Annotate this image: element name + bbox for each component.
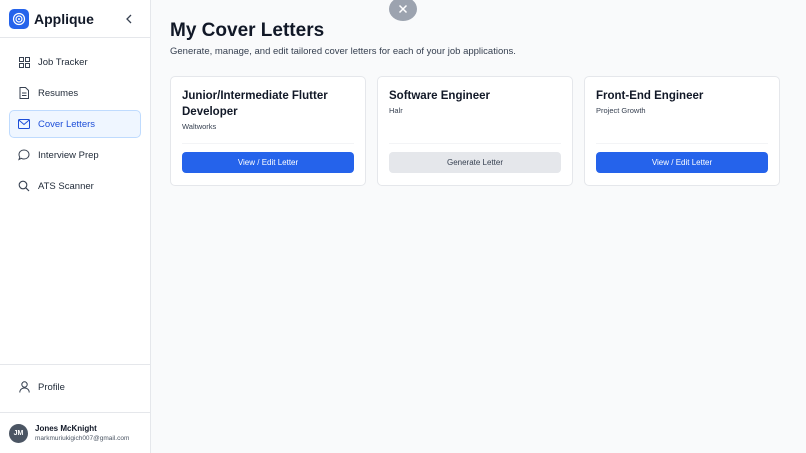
card-divider bbox=[182, 143, 354, 144]
view-edit-letter-button[interactable]: View / Edit Letter bbox=[596, 152, 768, 173]
app-name: Applique bbox=[34, 10, 94, 27]
sidebar-nav: Job Tracker Resumes Cover Letters Interv… bbox=[0, 38, 150, 213]
profile-section: Profile bbox=[0, 364, 150, 412]
sidebar-item-label: Interview Prep bbox=[38, 149, 99, 161]
card-job-title: Front-End Engineer bbox=[596, 90, 704, 102]
page-title: My Cover Letters bbox=[170, 20, 325, 41]
chat-icon bbox=[18, 149, 30, 161]
sidebar-item-interview-prep[interactable]: Interview Prep bbox=[9, 141, 141, 169]
card-company: Halr bbox=[389, 106, 403, 115]
card-divider bbox=[389, 143, 561, 144]
sidebar-item-profile[interactable]: Profile bbox=[9, 373, 141, 401]
brand-header: Applique bbox=[0, 0, 150, 38]
view-edit-letter-button[interactable]: View / Edit Letter bbox=[182, 152, 354, 173]
card-job-title: Software Engineer bbox=[389, 90, 490, 102]
card-job-title: Junior/Intermediate Flutter Developer bbox=[182, 90, 328, 118]
user-email: markmuriukigich007@gmail.com bbox=[35, 435, 130, 442]
document-icon bbox=[18, 87, 30, 99]
sidebar-item-ats-scanner[interactable]: ATS Scanner bbox=[9, 172, 141, 200]
card-divider bbox=[596, 143, 768, 144]
cover-letter-card: Software Engineer Halr Generate Letter bbox=[377, 76, 573, 186]
search-icon bbox=[18, 180, 30, 192]
sidebar-item-cover-letters[interactable]: Cover Letters bbox=[9, 110, 141, 138]
sidebar-item-resumes[interactable]: Resumes bbox=[9, 79, 141, 107]
main-content: My Cover Letters Generate, manage, and e… bbox=[170, 0, 806, 186]
user-account[interactable]: JM Jones McKnight markmuriukigich007@gma… bbox=[0, 412, 150, 453]
cover-letter-cards: Junior/Intermediate Flutter Developer Wa… bbox=[170, 76, 806, 186]
sidebar-item-label: Cover Letters bbox=[38, 118, 96, 130]
sidebar-item-label: Resumes bbox=[38, 87, 79, 99]
avatar: JM bbox=[9, 423, 28, 443]
sidebar: Applique Job Tracker Resumes Cover Lette… bbox=[0, 0, 151, 453]
user-icon bbox=[18, 381, 30, 393]
mail-icon bbox=[18, 118, 30, 130]
collapse-sidebar-button[interactable] bbox=[121, 11, 137, 27]
sidebar-item-job-tracker[interactable]: Job Tracker bbox=[9, 48, 141, 76]
card-company: Project Growth bbox=[596, 106, 646, 115]
chevron-left-icon bbox=[126, 14, 132, 23]
sidebar-item-label: Job Tracker bbox=[38, 56, 88, 68]
cover-letter-card: Front-End Engineer Project Growth View /… bbox=[584, 76, 780, 186]
card-company: Waltworks bbox=[182, 122, 217, 131]
cover-letter-card: Junior/Intermediate Flutter Developer Wa… bbox=[170, 76, 366, 186]
page-subtitle: Generate, manage, and edit tailored cove… bbox=[170, 46, 516, 57]
generate-letter-button[interactable]: Generate Letter bbox=[389, 152, 561, 173]
sidebar-item-label: Profile bbox=[38, 381, 65, 393]
grid-icon bbox=[18, 56, 30, 68]
user-info: Jones McKnight markmuriukigich007@gmail.… bbox=[35, 424, 129, 442]
app-logo-icon bbox=[9, 8, 29, 29]
user-name: Jones McKnight bbox=[35, 424, 97, 433]
sidebar-item-label: ATS Scanner bbox=[38, 180, 94, 192]
